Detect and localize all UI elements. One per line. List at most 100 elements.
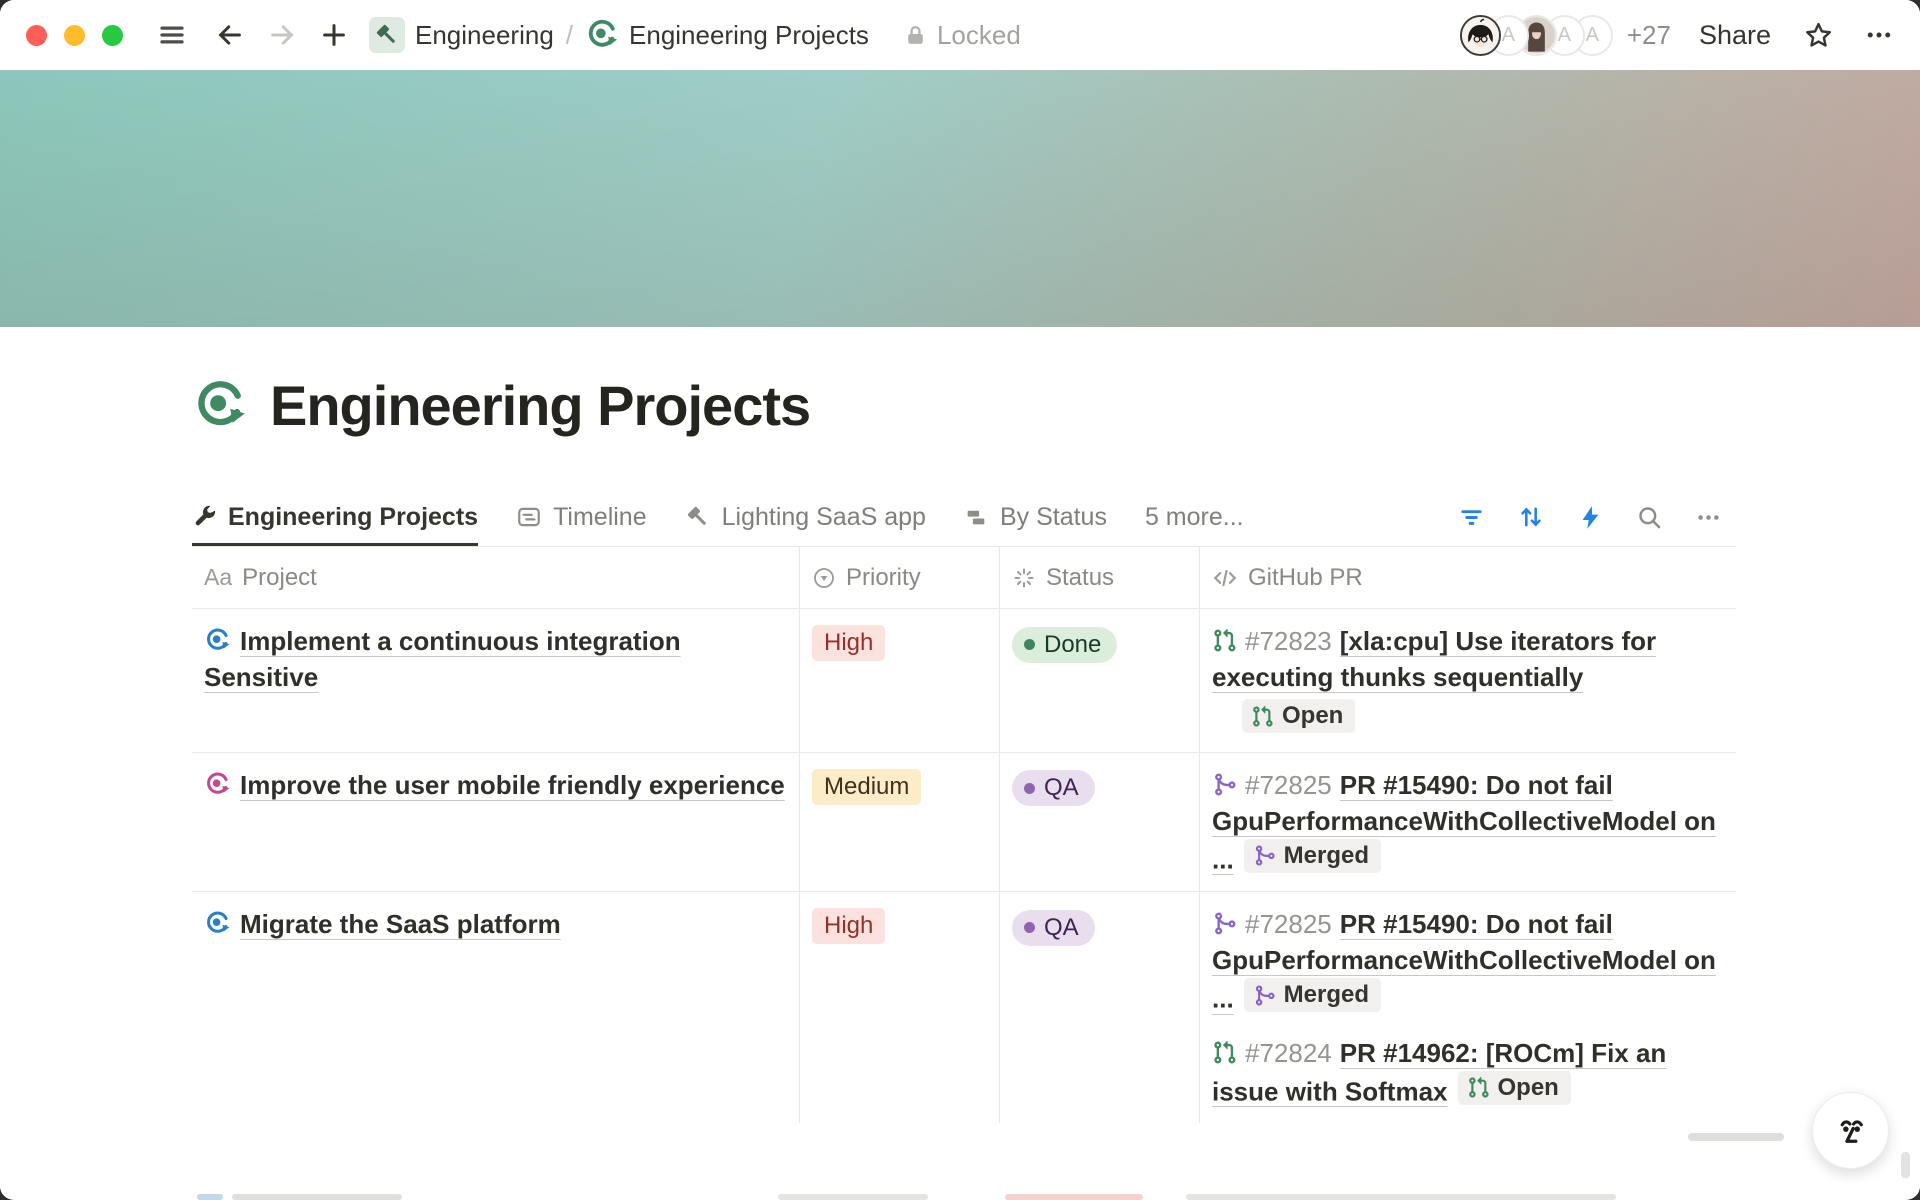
automation-bolt-icon[interactable] (1577, 504, 1604, 531)
breadcrumb: Engineering / Engineering Projects (369, 17, 869, 53)
view-tools (1458, 503, 1736, 531)
hammer-icon (369, 17, 405, 53)
status-label: Done (1044, 631, 1101, 659)
cycle-icon (204, 771, 231, 798)
status-pill: QA (1012, 910, 1095, 946)
cell-github-pr[interactable]: #72825PR #15490: Do not fail GpuPerforma… (1200, 892, 1736, 1123)
filter-icon[interactable] (1458, 504, 1485, 531)
breadcrumb-current[interactable]: Engineering Projects (585, 18, 869, 52)
pr-open-icon (1212, 626, 1237, 651)
lock-icon (903, 23, 928, 48)
partial-row-fragment (778, 1194, 928, 1200)
forward-icon[interactable] (267, 20, 297, 50)
tab-timeline[interactable]: Timeline (516, 488, 647, 546)
status-label: QA (1044, 774, 1079, 802)
avatar-letter: A (1502, 24, 1515, 47)
sort-icon[interactable] (1517, 503, 1545, 531)
select-type-icon (812, 566, 836, 590)
breadcrumb-parent[interactable]: Engineering (369, 17, 554, 53)
avatar-letter: A (1558, 24, 1571, 47)
column-label: GitHub PR (1248, 564, 1363, 592)
priority-tag: High (812, 625, 885, 661)
wrench-icon (192, 505, 217, 530)
pr-entry: #72825PR #15490: Do not fail GpuPerforma… (1212, 767, 1724, 878)
pr-state-label: Merged (1284, 841, 1369, 871)
vertical-scrollbar[interactable] (1901, 1152, 1910, 1178)
pr-open-icon (1251, 705, 1274, 728)
page-cycle-icon[interactable] (192, 378, 248, 434)
page-title[interactable]: Engineering Projects (270, 373, 810, 438)
page-cover-image[interactable] (0, 70, 1920, 327)
locked-label: Locked (937, 20, 1021, 51)
cell-github-pr[interactable]: #72823[xla:cpu] Use iterators for execut… (1200, 609, 1736, 753)
breadcrumb-current-label: Engineering Projects (629, 20, 869, 51)
horizontal-scrollbar[interactable] (1688, 1133, 1784, 1141)
cell-github-pr[interactable]: #72825PR #15490: Do not fail GpuPerforma… (1200, 753, 1736, 893)
text-type-icon: Aa (204, 564, 232, 591)
search-icon[interactable] (1636, 504, 1663, 531)
avatar[interactable] (1460, 15, 1501, 56)
pr-number: #72823 (1245, 626, 1332, 656)
cell-priority[interactable]: High (800, 892, 1000, 1123)
column-label: Project (242, 564, 317, 592)
column-header-project[interactable]: Aa Project (192, 547, 800, 609)
table-header: Aa Project Priority Status GitHub PR (192, 547, 1736, 609)
back-icon[interactable] (215, 20, 245, 50)
column-header-status[interactable]: Status (1000, 547, 1200, 609)
tab-label: Lighting SaaS app (722, 503, 926, 532)
tab-by-status[interactable]: By Status (964, 488, 1107, 546)
project-link[interactable]: Improve the user mobile friendly experie… (240, 770, 785, 800)
tab-engineering-projects[interactable]: Engineering Projects (192, 488, 478, 546)
zoom-window-button[interactable] (102, 25, 123, 46)
more-options-icon[interactable] (1864, 20, 1894, 50)
cycle-icon (585, 18, 619, 52)
partial-row-fragment (1186, 1194, 1616, 1200)
locked-toggle[interactable]: Locked (903, 20, 1021, 51)
cell-project[interactable]: Migrate the SaaS platform (192, 892, 800, 1123)
notion-ai-button[interactable] (1812, 1092, 1889, 1169)
column-header-priority[interactable]: Priority (800, 547, 1000, 609)
favorite-star-icon[interactable] (1803, 20, 1834, 51)
partial-row-fragment (232, 1194, 402, 1200)
page-body: Engineering Projects Engineering Project… (192, 327, 1736, 1123)
cell-priority[interactable]: High (800, 609, 1000, 753)
column-label: Status (1046, 564, 1114, 592)
pr-merged-icon (1212, 770, 1237, 795)
pr-number: #72825 (1245, 770, 1332, 800)
app-window: Engineering / Engineering Projects Locke… (0, 0, 1920, 1200)
pr-open-icon (1212, 1038, 1237, 1063)
pr-state-badge: Merged (1244, 978, 1381, 1012)
new-page-icon[interactable] (319, 20, 349, 50)
window-toolbar: Engineering / Engineering Projects Locke… (0, 0, 1920, 70)
cell-status[interactable]: Done (1000, 609, 1200, 753)
minimize-window-button[interactable] (64, 25, 85, 46)
avatar-stack: A A A (1460, 15, 1613, 56)
tab-lighting-saas-app[interactable]: Lighting SaaS app (685, 488, 926, 546)
cell-status[interactable]: QA (1000, 892, 1200, 1123)
close-window-button[interactable] (26, 25, 47, 46)
page-header: Engineering Projects (192, 373, 1736, 438)
view-options-icon[interactable] (1695, 504, 1722, 531)
more-views-button[interactable]: 5 more... (1145, 503, 1244, 532)
pr-state-badge: Merged (1244, 839, 1381, 873)
cell-project[interactable]: Implement a continuous integration Sensi… (192, 609, 800, 753)
ai-face-icon (1829, 1109, 1873, 1153)
view-tabs: Engineering Projects Timeline Lighting S… (192, 488, 1736, 547)
pr-number: #72825 (1245, 909, 1332, 939)
more-collaborators-count[interactable]: +27 (1627, 20, 1671, 51)
priority-tag: Medium (812, 769, 921, 805)
breadcrumb-parent-label: Engineering (415, 20, 554, 51)
cell-status[interactable]: QA (1000, 753, 1200, 893)
cell-project[interactable]: Improve the user mobile friendly experie… (192, 753, 800, 893)
status-dot (1024, 922, 1035, 933)
project-link[interactable]: Migrate the SaaS platform (240, 909, 561, 939)
column-header-github-pr[interactable]: GitHub PR (1200, 547, 1736, 609)
sidebar-menu-icon[interactable] (157, 20, 187, 50)
tab-label: By Status (1000, 503, 1107, 532)
cycle-icon (204, 910, 231, 937)
project-link[interactable]: Implement a continuous integration Sensi… (204, 626, 681, 692)
pr-merged-icon (1253, 844, 1276, 867)
pr-entry: #72824PR #14962: [ROCm] Fix an issue wit… (1212, 1035, 1724, 1110)
share-button[interactable]: Share (1699, 20, 1771, 51)
cell-priority[interactable]: Medium (800, 753, 1000, 893)
